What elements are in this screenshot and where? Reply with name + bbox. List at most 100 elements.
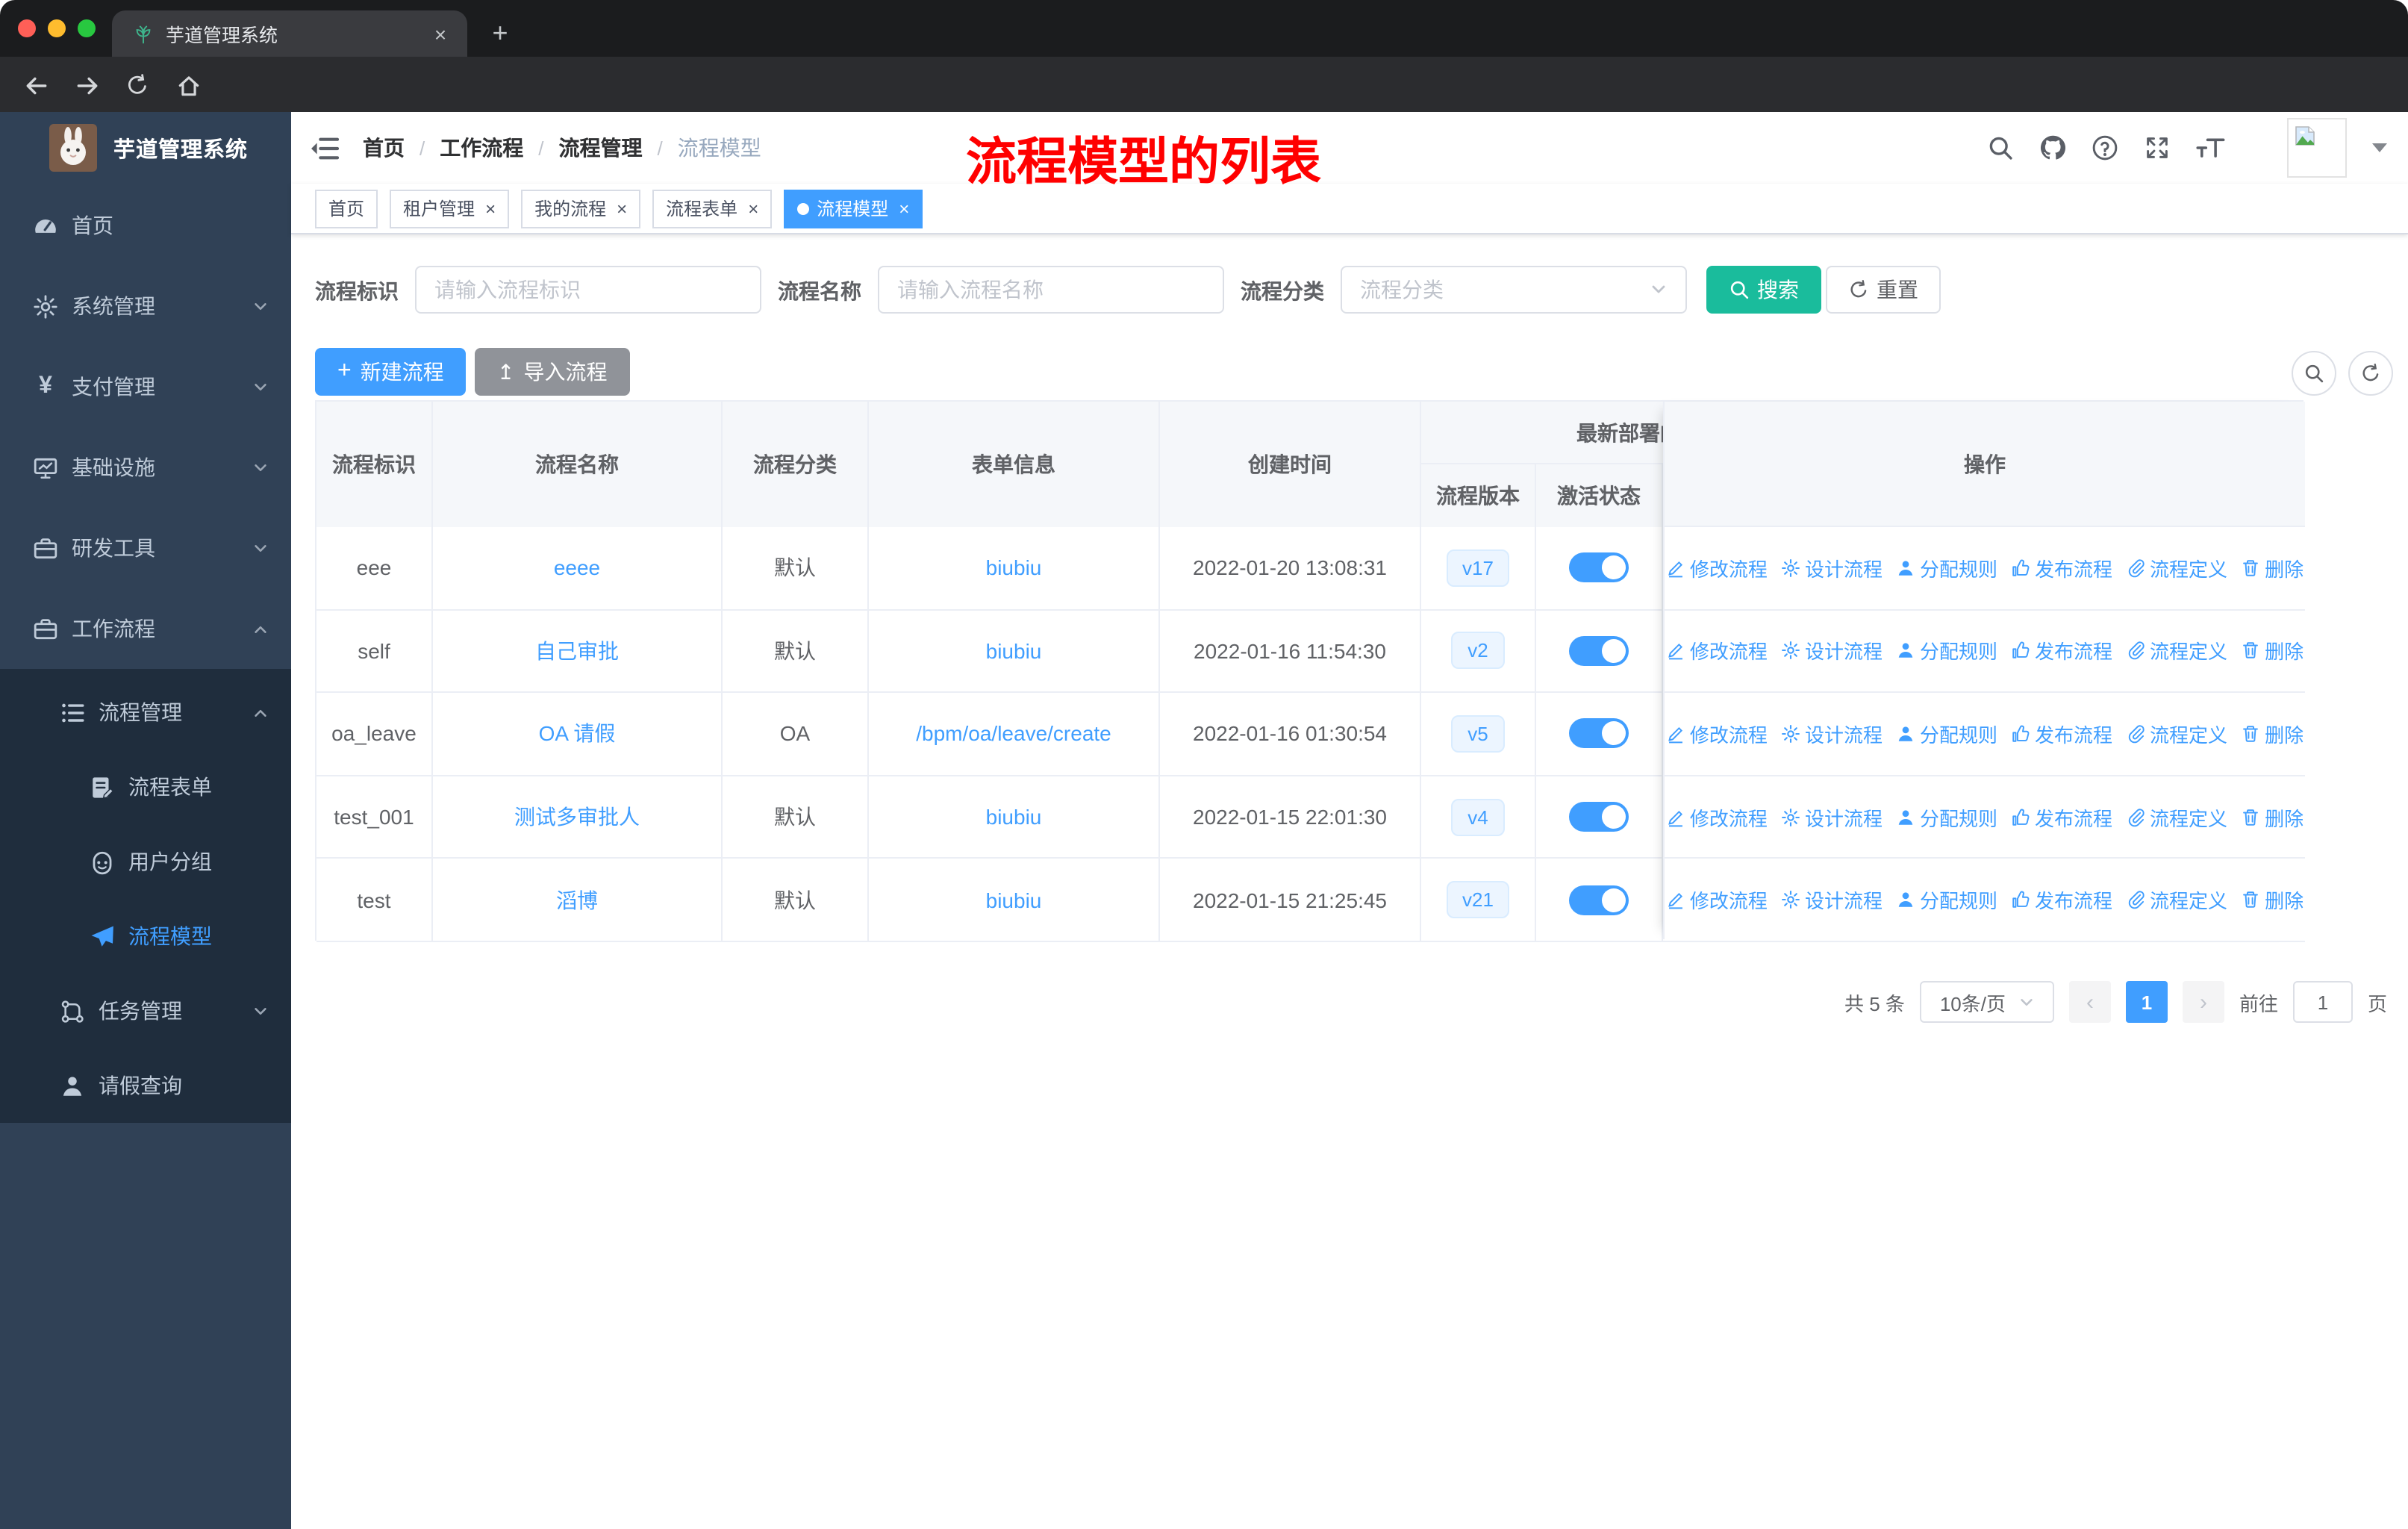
- action-publish-process[interactable]: 发布流程: [2011, 885, 2112, 914]
- action-assign-rule[interactable]: 分配规则: [1896, 885, 1997, 914]
- action-delete[interactable]: 删除: [2241, 554, 2303, 582]
- tag-close-icon[interactable]: ×: [899, 198, 909, 219]
- sidebar-item-leave-query[interactable]: 请假查询: [0, 1048, 291, 1123]
- active-toggle[interactable]: [1569, 635, 1629, 666]
- tag-process-form[interactable]: 流程表单 ×: [652, 189, 773, 228]
- zoom-window-button[interactable]: [78, 19, 96, 37]
- process-name-link[interactable]: 测试多审批人: [514, 802, 640, 832]
- sidebar-item-payment[interactable]: ¥ 支付管理: [0, 346, 291, 427]
- browser-tab[interactable]: 芋道管理系统 ×: [112, 10, 467, 57]
- import-process-button[interactable]: ↥ 导入流程: [475, 348, 630, 396]
- avatar[interactable]: [2287, 118, 2347, 178]
- process-name-input[interactable]: [878, 266, 1224, 314]
- process-key-input[interactable]: [415, 266, 761, 314]
- action-process-definition[interactable]: 流程定义: [2126, 885, 2227, 914]
- page-size-select[interactable]: 10条/页: [1919, 981, 2054, 1023]
- action-design-process[interactable]: 设计流程: [1781, 720, 1883, 748]
- action-process-definition[interactable]: 流程定义: [2126, 554, 2227, 582]
- fullscreen-icon[interactable]: [2144, 134, 2171, 161]
- page-1-button[interactable]: 1: [2125, 981, 2168, 1023]
- tag-tenant-manage[interactable]: 租户管理 ×: [390, 189, 510, 228]
- breadcrumb-process-manage[interactable]: 流程管理: [559, 133, 643, 163]
- tag-my-process[interactable]: 我的流程 ×: [521, 189, 641, 228]
- action-modify-process[interactable]: 修改流程: [1666, 885, 1768, 914]
- forward-button[interactable]: [69, 67, 105, 103]
- action-delete[interactable]: 删除: [2241, 803, 2303, 831]
- action-modify-process[interactable]: 修改流程: [1666, 637, 1768, 665]
- search-icon[interactable]: [1987, 134, 2014, 161]
- action-assign-rule[interactable]: 分配规则: [1896, 554, 1997, 582]
- action-modify-process[interactable]: 修改流程: [1666, 803, 1768, 831]
- tag-close-icon[interactable]: ×: [617, 198, 627, 219]
- tag-process-model[interactable]: 流程模型 ×: [784, 189, 923, 228]
- action-design-process[interactable]: 设计流程: [1781, 885, 1883, 914]
- hamburger-icon[interactable]: [311, 135, 339, 161]
- sidebar-item-process-model[interactable]: 流程模型: [0, 899, 291, 974]
- form-info-link[interactable]: biubiu: [986, 639, 1042, 663]
- action-process-definition[interactable]: 流程定义: [2126, 803, 2227, 831]
- tag-close-icon[interactable]: ×: [748, 198, 758, 219]
- process-name-link[interactable]: 滔博: [556, 885, 598, 915]
- form-info-link[interactable]: biubiu: [986, 556, 1042, 580]
- sidebar-item-system[interactable]: 系统管理: [0, 266, 291, 346]
- action-publish-process[interactable]: 发布流程: [2011, 554, 2112, 582]
- minimize-window-button[interactable]: [48, 19, 66, 37]
- tag-home[interactable]: 首页: [315, 189, 378, 228]
- help-icon[interactable]: [2092, 134, 2118, 161]
- sidebar-item-infra[interactable]: 基础设施: [0, 427, 291, 508]
- active-toggle[interactable]: [1569, 718, 1629, 749]
- active-toggle[interactable]: [1569, 552, 1629, 583]
- goto-page-input[interactable]: [2292, 981, 2353, 1023]
- action-delete[interactable]: 删除: [2241, 637, 2303, 665]
- action-delete[interactable]: 删除: [2241, 885, 2303, 914]
- action-assign-rule[interactable]: 分配规则: [1896, 637, 1997, 665]
- process-name-link[interactable]: eeee: [554, 556, 600, 580]
- prev-page-button[interactable]: ‹: [2068, 981, 2111, 1023]
- action-delete[interactable]: 删除: [2241, 720, 2303, 748]
- form-info-link[interactable]: biubiu: [986, 805, 1042, 829]
- next-page-button[interactable]: ›: [2182, 981, 2224, 1023]
- action-design-process[interactable]: 设计流程: [1781, 637, 1883, 665]
- back-button[interactable]: [18, 67, 54, 103]
- action-publish-process[interactable]: 发布流程: [2011, 720, 2112, 748]
- sidebar-item-home[interactable]: 首页: [0, 185, 291, 266]
- reset-button[interactable]: 重置: [1826, 266, 1941, 314]
- create-process-button[interactable]: + 新建流程: [315, 348, 467, 396]
- action-design-process[interactable]: 设计流程: [1781, 803, 1883, 831]
- new-tab-button[interactable]: +: [481, 13, 520, 52]
- breadcrumb-home[interactable]: 首页: [363, 133, 405, 163]
- sidebar-item-process-form[interactable]: 流程表单: [0, 750, 291, 824]
- reload-button[interactable]: [119, 67, 155, 103]
- form-info-link[interactable]: /bpm/oa/leave/create: [916, 722, 1111, 746]
- github-icon[interactable]: [2039, 134, 2066, 161]
- process-category-select[interactable]: 流程分类: [1341, 266, 1687, 314]
- action-modify-process[interactable]: 修改流程: [1666, 720, 1768, 748]
- search-button[interactable]: 搜索: [1706, 266, 1821, 314]
- form-info-link[interactable]: biubiu: [986, 888, 1042, 912]
- action-assign-rule[interactable]: 分配规则: [1896, 803, 1997, 831]
- tab-close-icon[interactable]: ×: [428, 22, 452, 46]
- font-size-icon[interactable]: [2196, 134, 2226, 161]
- action-process-definition[interactable]: 流程定义: [2126, 637, 2227, 665]
- tag-close-icon[interactable]: ×: [485, 198, 496, 219]
- process-name-link[interactable]: 自己审批: [535, 636, 619, 666]
- action-modify-process[interactable]: 修改流程: [1666, 554, 1768, 582]
- home-button[interactable]: [170, 67, 206, 103]
- refresh-table-button[interactable]: [2348, 351, 2393, 396]
- action-publish-process[interactable]: 发布流程: [2011, 803, 2112, 831]
- action-design-process[interactable]: 设计流程: [1781, 554, 1883, 582]
- active-toggle[interactable]: [1569, 802, 1629, 832]
- active-toggle[interactable]: [1569, 885, 1629, 915]
- action-assign-rule[interactable]: 分配规则: [1896, 720, 1997, 748]
- sidebar-item-devtools[interactable]: 研发工具: [0, 508, 291, 588]
- sidebar-item-process-manage[interactable]: 流程管理: [0, 675, 291, 750]
- sidebar-item-user-group[interactable]: 用户分组: [0, 824, 291, 899]
- breadcrumb-workflow[interactable]: 工作流程: [440, 133, 523, 163]
- process-name-link[interactable]: OA 请假: [539, 719, 616, 749]
- close-window-button[interactable]: [18, 19, 36, 37]
- toggle-search-button[interactable]: [2292, 351, 2336, 396]
- avatar-caret-icon[interactable]: [2372, 143, 2387, 152]
- action-process-definition[interactable]: 流程定义: [2126, 720, 2227, 748]
- action-publish-process[interactable]: 发布流程: [2011, 637, 2112, 665]
- sidebar-item-workflow[interactable]: 工作流程: [0, 588, 291, 669]
